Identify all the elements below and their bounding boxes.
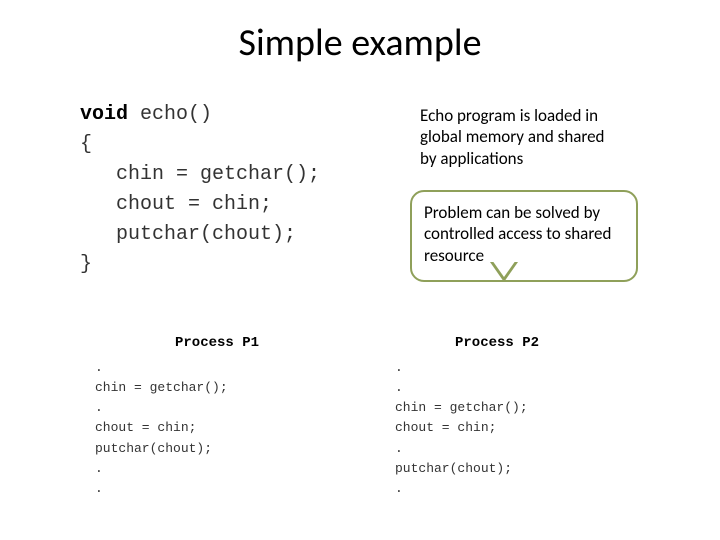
process-2-code: . . chin = getchar(); chout = chin; . pu… (395, 358, 528, 499)
process-1-label: Process P1 (175, 335, 259, 351)
code-block-main: void echo() { chin = getchar(); chout = … (80, 100, 320, 280)
callout-tail-inner-icon (492, 260, 516, 277)
slide-title: Simple example (0, 20, 720, 66)
callout-box: Problem can be solved by controlled acce… (410, 190, 638, 282)
process-1-code: . chin = getchar(); . chout = chin; putc… (95, 358, 228, 499)
process-2-label: Process P2 (455, 335, 539, 351)
slide: Simple example void echo() { chin = getc… (0, 0, 720, 540)
note-text: Echo program is loaded in global memory … (420, 105, 620, 169)
callout-text: Problem can be solved by controlled acce… (424, 202, 611, 266)
keyword-void: void (80, 103, 128, 126)
